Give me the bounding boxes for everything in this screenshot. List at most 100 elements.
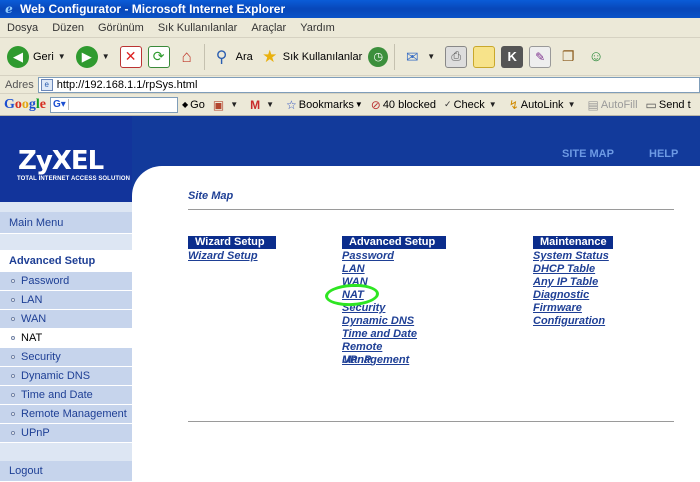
spellcheck-button[interactable]: ✓ Check ▼ bbox=[440, 99, 505, 111]
google-go-button[interactable]: ◆ Go bbox=[178, 99, 209, 111]
browser-toolbar: ◀ Geri ▼ ▶ ▼ ✕ ⟳ ⌂ ⚲ Ara ★ Sık Kullanıla… bbox=[0, 38, 700, 76]
menu-bar: Dosya Düzen Görünüm Sık Kullanılanlar Ar… bbox=[0, 18, 700, 38]
edit-button[interactable] bbox=[470, 42, 498, 72]
sitemap-column-wizard: Wizard Setup Wizard Setup bbox=[188, 236, 276, 263]
news-icon: ▣ bbox=[212, 97, 225, 112]
menu-help[interactable]: Yardım bbox=[293, 22, 342, 34]
web-page: SITE MAP HELP ZyXEL TOTAL INTERNET ACCES… bbox=[0, 116, 700, 482]
google-logo[interactable]: Google bbox=[0, 97, 50, 113]
forward-arrow-icon: ▶ bbox=[75, 45, 98, 68]
print-button[interactable]: ⎙ bbox=[442, 42, 470, 72]
bullet-icon bbox=[11, 336, 15, 340]
bullet-icon bbox=[11, 355, 15, 359]
link-any-ip-table[interactable]: Any IP Table bbox=[533, 276, 613, 289]
column-header: Advanced Setup bbox=[342, 236, 446, 249]
gmail-dropdown-icon[interactable]: ▼ bbox=[266, 100, 274, 109]
sidebar-item-password[interactable]: Password bbox=[0, 272, 132, 291]
sidebar-item-label: Security bbox=[21, 351, 61, 363]
forward-button[interactable]: ▶ ▼ bbox=[73, 42, 117, 72]
window-titlebar: e Web Configurator - Microsoft Internet … bbox=[0, 0, 700, 18]
bullet-icon bbox=[11, 317, 15, 321]
link-dynamic-dns[interactable]: Dynamic DNS bbox=[342, 315, 446, 328]
stop-button[interactable]: ✕ bbox=[117, 42, 145, 72]
google-search-input[interactable]: G▾ bbox=[50, 96, 178, 113]
send-to-button[interactable]: ▭ Send t bbox=[642, 98, 695, 112]
link-wizard-setup[interactable]: Wizard Setup bbox=[188, 250, 276, 263]
bookmarks-dropdown-icon: ▼ bbox=[354, 100, 363, 109]
history-button[interactable]: ◷ bbox=[365, 42, 391, 72]
help-link[interactable]: HELP bbox=[649, 148, 678, 160]
autofill-button[interactable]: ▤ AutoFill bbox=[583, 98, 641, 112]
sidebar-item-label: Time and Date bbox=[21, 389, 93, 401]
link-dhcp-table[interactable]: DHCP Table bbox=[533, 263, 613, 276]
sidebar-item-remote-management[interactable]: Remote Management bbox=[0, 405, 132, 424]
link-remote-management[interactable]: Remote Management bbox=[342, 341, 446, 366]
mail-button[interactable]: ✉ ▼ bbox=[398, 42, 442, 72]
header-band: SITE MAP HELP bbox=[132, 116, 700, 166]
menu-tools[interactable]: Araçlar bbox=[244, 22, 293, 34]
sidebar-section-advanced-setup[interactable]: Advanced Setup bbox=[0, 250, 132, 272]
google-news-button[interactable]: ▣ ▼ bbox=[209, 98, 246, 112]
check-dropdown-icon[interactable]: ▼ bbox=[489, 100, 497, 109]
messenger-button[interactable]: ✎ bbox=[526, 42, 554, 72]
autolink-label: AutoLink bbox=[520, 98, 564, 111]
site-map-link[interactable]: SITE MAP bbox=[562, 148, 614, 160]
autolink-button[interactable]: ↯ AutoLink ▼ bbox=[505, 98, 584, 112]
menu-file[interactable]: Dosya bbox=[0, 22, 45, 34]
favorites-button[interactable]: ★ Sık Kullanılanlar bbox=[256, 42, 366, 72]
zyxel-tagline: TOTAL INTERNET ACCESS SOLUTION bbox=[17, 176, 131, 182]
sidebar-main-menu[interactable]: Main Menu bbox=[0, 212, 132, 234]
link-time-and-date[interactable]: Time and Date bbox=[342, 328, 446, 341]
home-button[interactable]: ⌂ bbox=[173, 42, 201, 72]
sidebar-item-upnp[interactable]: UPnP bbox=[0, 424, 132, 443]
sidebar-item-nat[interactable]: NAT bbox=[0, 329, 132, 348]
sidebar-item-time-and-date[interactable]: Time and Date bbox=[0, 386, 132, 405]
users-icon: ☺ bbox=[588, 48, 604, 65]
toolbar-separator bbox=[203, 43, 205, 70]
search-button[interactable]: ⚲ Ara bbox=[208, 42, 256, 72]
menu-view[interactable]: Görünüm bbox=[91, 22, 151, 34]
link-firmware[interactable]: Firmware bbox=[533, 302, 613, 315]
bullet-icon bbox=[11, 279, 15, 283]
address-input[interactable]: e http://192.168.1.1/rpSys.html bbox=[37, 76, 700, 93]
divider-top bbox=[188, 209, 674, 210]
back-dropdown-icon[interactable]: ▼ bbox=[58, 52, 66, 61]
users-button[interactable]: ☺ bbox=[582, 42, 610, 72]
sidebar-item-security[interactable]: Security bbox=[0, 348, 132, 367]
back-button[interactable]: ◀ Geri ▼ bbox=[4, 42, 73, 72]
sidebar-item-lan[interactable]: LAN bbox=[0, 291, 132, 310]
popup-blocker-icon: ⊘ bbox=[370, 97, 381, 112]
link-password[interactable]: Password bbox=[342, 250, 446, 263]
sidebar-item-label: LAN bbox=[21, 294, 43, 306]
link-diagnostic[interactable]: Diagnostic bbox=[533, 289, 613, 302]
forward-dropdown-icon[interactable]: ▼ bbox=[102, 52, 110, 61]
sidebar-logout[interactable]: Logout bbox=[0, 461, 132, 482]
menu-edit[interactable]: Düzen bbox=[45, 22, 91, 34]
star-icon: ★ bbox=[262, 46, 278, 66]
sidebar-item-dynamic-dns[interactable]: Dynamic DNS bbox=[0, 367, 132, 386]
toolbar-k-button[interactable]: K bbox=[498, 42, 526, 72]
sitemap-column-maintenance: Maintenance System Status DHCP Table Any… bbox=[533, 236, 613, 328]
popup-blocker-button[interactable]: ⊘ 40 blocked bbox=[367, 98, 440, 112]
link-lan[interactable]: LAN bbox=[342, 263, 446, 276]
gmail-button[interactable]: M ▼ bbox=[246, 98, 282, 112]
search-label: Ara bbox=[235, 50, 253, 63]
mail-dropdown-icon[interactable]: ▼ bbox=[427, 52, 435, 61]
autolink-dropdown-icon[interactable]: ▼ bbox=[568, 100, 576, 109]
link-configuration[interactable]: Configuration bbox=[533, 315, 613, 328]
sidebar-item-label: UPnP bbox=[21, 427, 50, 439]
news-dropdown-icon[interactable]: ▼ bbox=[230, 100, 238, 109]
refresh-icon: ⟳ bbox=[147, 45, 170, 68]
research-button[interactable]: ❐ bbox=[554, 42, 582, 72]
divider-bottom bbox=[188, 421, 674, 422]
menu-favorites[interactable]: Sık Kullanılanlar bbox=[151, 22, 245, 34]
link-system-status[interactable]: System Status bbox=[533, 250, 613, 263]
gmail-icon: M bbox=[250, 97, 261, 112]
refresh-button[interactable]: ⟳ bbox=[145, 42, 173, 72]
sidebar: Main Menu Advanced Setup Password LAN WA… bbox=[0, 202, 132, 482]
sidebar-item-wan[interactable]: WAN bbox=[0, 310, 132, 329]
advanced-setup-label: Advanced Setup bbox=[9, 254, 96, 267]
address-bar: Adres e http://192.168.1.1/rpSys.html bbox=[0, 76, 700, 94]
k-app-icon: K bbox=[501, 45, 524, 68]
bookmarks-button[interactable]: ☆ Bookmarks ▼ bbox=[282, 98, 367, 112]
